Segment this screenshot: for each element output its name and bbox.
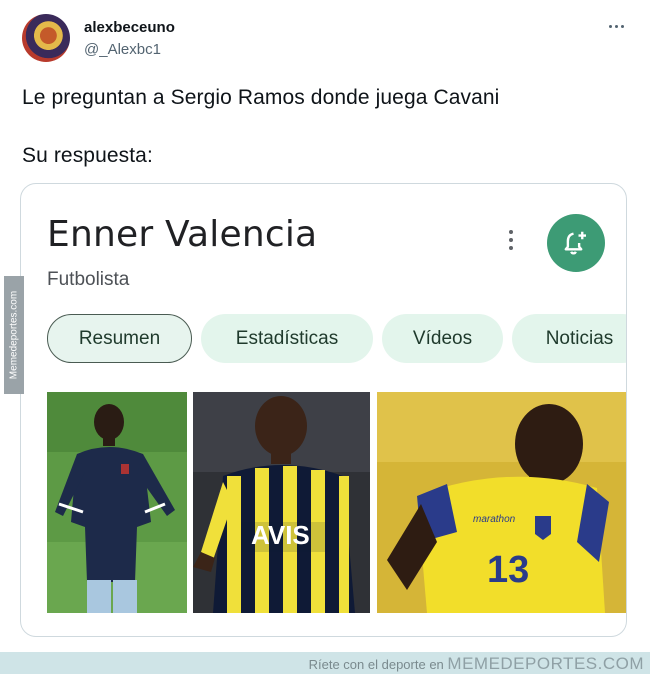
player-ecuador-photo[interactable]: 13 marathon — [377, 392, 626, 613]
player-west-ham-photo[interactable] — [47, 392, 187, 613]
svg-text:marathon: marathon — [473, 514, 516, 525]
tab-bar: Resumen Estadísticas Vídeos Noticias — [47, 314, 626, 364]
author-name[interactable]: alexbeceuno — [84, 19, 175, 36]
tweet-text-line-1: Le preguntan a Sergio Ramos donde juega … — [22, 86, 500, 109]
tweet-header: alexbeceuno @_Alexbc1 — [20, 14, 632, 66]
bell-plus-icon — [564, 231, 586, 255]
image-carousel: AVIS 13 marathon — [47, 392, 626, 614]
tab-resumen[interactable]: Resumen — [47, 314, 192, 363]
tab-noticias[interactable]: Noticias — [512, 314, 626, 363]
footer-prefix: Ríete con el deporte en — [308, 657, 444, 672]
more-vert-icon[interactable] — [505, 228, 517, 252]
svg-text:AVIS: AVIS — [251, 520, 310, 550]
svg-text:13: 13 — [487, 549, 529, 591]
entity-title: Enner Valencia — [47, 214, 318, 255]
footer-banner: Ríete con el deporte en MEMEDEPORTES.COM — [0, 652, 650, 674]
knowledge-panel-card[interactable]: Enner Valencia Futbolista Resumen Estadí… — [20, 183, 627, 637]
tweet-text-line-2: Su respuesta: — [22, 144, 153, 167]
player-fenerbahce-photo[interactable]: AVIS — [193, 392, 370, 613]
side-watermark-text: Memedeportes.com — [8, 290, 20, 380]
more-options-icon[interactable] — [604, 18, 628, 34]
tab-videos[interactable]: Vídeos — [382, 314, 503, 363]
author-handle[interactable]: @_Alexbc1 — [84, 41, 161, 58]
entity-subtitle: Futbolista — [47, 269, 130, 290]
side-watermark: Memedeportes.com — [4, 276, 24, 394]
tab-estadisticas[interactable]: Estadísticas — [201, 314, 373, 363]
footer-text: Ríete con el deporte en MEMEDEPORTES.COM — [309, 654, 644, 674]
follow-button[interactable] — [547, 214, 605, 272]
avatar[interactable] — [22, 14, 70, 62]
footer-brand[interactable]: MEMEDEPORTES.COM — [447, 654, 644, 673]
